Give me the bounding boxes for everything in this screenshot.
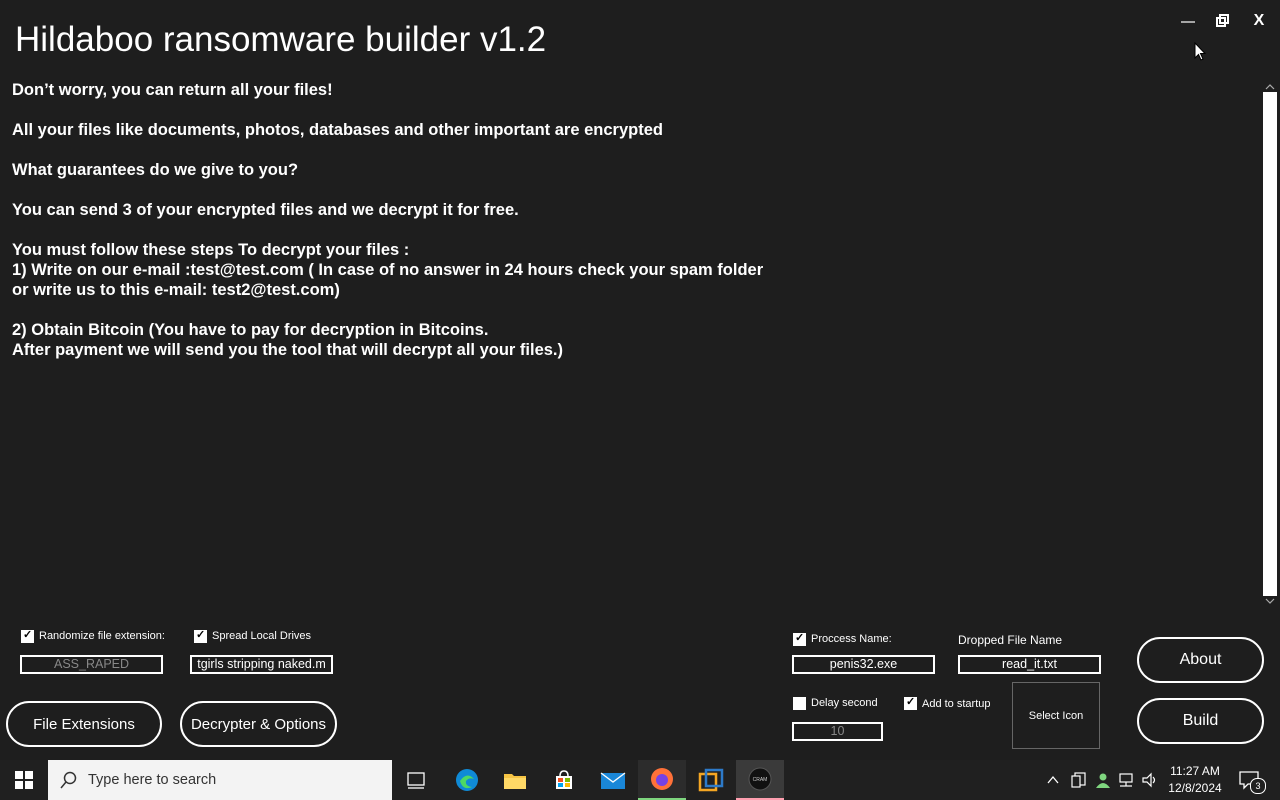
ransom-note-text: Don’t worry, you can return all your fil…: [12, 81, 764, 359]
task-view-icon: [407, 772, 425, 789]
edge-button[interactable]: [443, 760, 491, 800]
select-icon-button[interactable]: Select Icon: [1012, 682, 1100, 749]
edge-icon: [456, 769, 478, 791]
clock[interactable]: 11:27 AM 12/8/2024: [1162, 763, 1228, 797]
chevron-up-icon[interactable]: [1046, 773, 1060, 787]
randomize-extension-checkbox[interactable]: ✓: [21, 629, 34, 643]
taskbar: Type here to search CRAM 11:27 AM 12/8/2…: [0, 760, 1280, 800]
file-explorer-button[interactable]: [491, 760, 539, 800]
svg-text:CRAM: CRAM: [753, 777, 768, 783]
scroll-down-icon[interactable]: [1265, 596, 1275, 606]
scrollbar-thumb[interactable]: [1263, 92, 1277, 596]
search-icon: [60, 771, 77, 789]
network-icon[interactable]: [1117, 771, 1135, 789]
about-button[interactable]: About: [1137, 637, 1264, 683]
firefox-icon: [651, 768, 673, 790]
process-name-checkbox[interactable]: ✓: [793, 632, 806, 646]
mail-icon: [600, 772, 626, 789]
mouse-cursor-icon: [1194, 42, 1207, 61]
store-icon: [556, 770, 572, 789]
people-icon[interactable]: [1094, 771, 1112, 789]
delay-label: Delay second: [811, 697, 878, 709]
folder-icon: [504, 774, 526, 789]
builder-taskbar-button[interactable]: CRAM: [736, 760, 784, 800]
close-button[interactable]: X: [1246, 8, 1272, 34]
minimize-button[interactable]: [1175, 8, 1201, 34]
process-name-input[interactable]: penis32.exe: [792, 655, 935, 674]
extension-input[interactable]: ASS_RAPED: [20, 655, 163, 674]
startup-checkbox[interactable]: ✓: [904, 696, 917, 710]
decrypter-options-button[interactable]: Decrypter & Options: [180, 701, 337, 747]
spread-drives-checkbox[interactable]: ✓: [194, 629, 207, 643]
build-button[interactable]: Build: [1137, 698, 1264, 744]
restore-icon: [1216, 14, 1229, 27]
maximize-button[interactable]: [1210, 8, 1236, 34]
store-button[interactable]: [540, 760, 588, 800]
search-placeholder: Type here to search: [88, 772, 217, 788]
scroll-up-icon[interactable]: [1265, 82, 1275, 92]
delay-input[interactable]: 10: [792, 722, 883, 741]
randomize-extension-label: Randomize file extension:: [39, 630, 165, 642]
clock-date: 12/8/2024: [1168, 781, 1222, 795]
builder-window: Hildaboo ransomware builder v1.2 X Don’t…: [0, 0, 1280, 760]
process-name-label: Proccess Name:: [811, 633, 892, 645]
spread-drives-input[interactable]: tgirls stripping naked.m: [190, 655, 333, 674]
dropped-file-label: Dropped File Name: [958, 633, 1063, 647]
vm-app-button[interactable]: [687, 760, 735, 800]
dropped-file-input[interactable]: read_it.txt: [958, 655, 1101, 674]
notification-center-button[interactable]: 3: [1236, 768, 1266, 794]
volume-icon[interactable]: [1141, 771, 1159, 789]
vm-app-icon: [698, 768, 724, 792]
notification-count-badge: 3: [1250, 778, 1266, 794]
builder-app-icon: CRAM: [748, 767, 772, 791]
start-button[interactable]: [0, 760, 48, 800]
firefox-button[interactable]: [638, 760, 686, 800]
mail-button[interactable]: [589, 760, 637, 800]
tablet-mode-icon[interactable]: [1071, 772, 1087, 788]
delay-checkbox[interactable]: [793, 697, 806, 710]
window-title: Hildaboo ransomware builder v1.2: [15, 20, 547, 59]
taskbar-search-box[interactable]: Type here to search: [48, 760, 392, 800]
file-extensions-button[interactable]: File Extensions: [6, 701, 162, 747]
startup-label: Add to startup: [922, 698, 991, 710]
note-scrollbar[interactable]: [1261, 80, 1279, 608]
clock-time: 11:27 AM: [1170, 764, 1220, 778]
task-view-button[interactable]: [392, 760, 440, 800]
minimize-icon: [1181, 21, 1195, 23]
spread-drives-label: Spread Local Drives: [212, 630, 312, 642]
windows-icon: [15, 771, 33, 789]
